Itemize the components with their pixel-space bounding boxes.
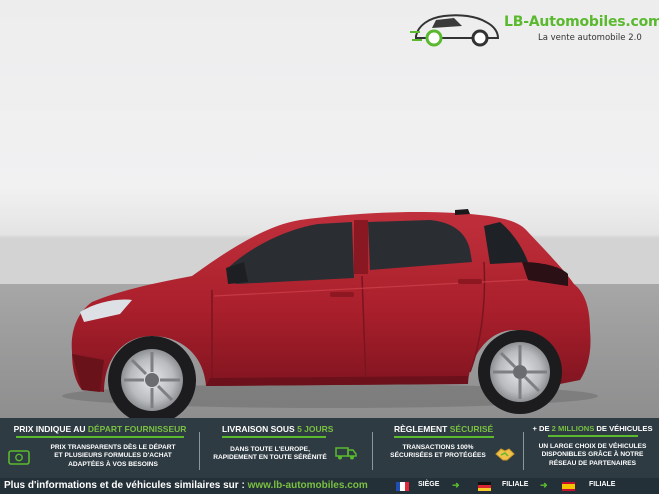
money-icon bbox=[8, 450, 30, 465]
banner-divider bbox=[372, 432, 373, 470]
delivery-text: DANS TOUTE L'EUROPE, RAPIDEMENT EN TOUTE… bbox=[213, 446, 327, 462]
banner-col-vehicles: + DE 2 MILLIONS DE VÉHICULES UN LARGE CH… bbox=[526, 424, 659, 482]
payment-underline bbox=[394, 436, 494, 438]
location-label: SIÈGE bbox=[418, 481, 440, 488]
payment-text: TRANSACTIONS 100% SÉCURISÉES ET PROTÉGÉE… bbox=[390, 444, 486, 460]
arrow-right-icon: ➜ bbox=[452, 480, 460, 490]
banner-col-price: PRIX INDIQUE AU DÉPART FOURNISSEUR PRIX … bbox=[6, 424, 194, 482]
red-hatchback-car bbox=[62, 209, 598, 418]
footer-bar: Plus d'informations et de véhicules simi… bbox=[0, 478, 659, 494]
car-logo-icon bbox=[410, 14, 500, 47]
footer-info: Plus d'informations et de véhicules simi… bbox=[4, 480, 368, 491]
vehicles-underline bbox=[547, 435, 638, 437]
location-label: FILIALE bbox=[589, 481, 616, 488]
spain-flag bbox=[562, 482, 575, 491]
price-underline bbox=[16, 436, 184, 438]
vehicles-text: UN LARGE CHOIX DE VÉHICULES DISPONIBLES … bbox=[538, 443, 647, 467]
france-flag bbox=[396, 482, 409, 491]
brand-tagline: La vente automobile 2.0 bbox=[538, 33, 642, 43]
banner-divider bbox=[199, 432, 200, 470]
brand-name: LB-Automobiles.com bbox=[504, 14, 659, 30]
price-text: PRIX TRANSPARENTS DÈS LE DÉPART ET PLUSI… bbox=[50, 444, 176, 468]
site-logo: LB-Automobiles.com La vente automobile 2… bbox=[410, 10, 659, 48]
payment-title: RÈGLEMENT SÉCURISÉ bbox=[394, 424, 494, 434]
arrow-right-icon: ➜ bbox=[540, 480, 548, 490]
truck-icon bbox=[335, 447, 357, 460]
car-photo: LB-Automobiles.com La vente automobile 2… bbox=[0, 0, 659, 418]
price-title: PRIX INDIQUE AU DÉPART FOURNISSEUR bbox=[13, 424, 187, 434]
vehicles-title: + DE 2 MILLIONS DE VÉHICULES bbox=[532, 424, 653, 433]
delivery-underline bbox=[222, 436, 326, 438]
website-link[interactable]: www.lb-automobiles.com bbox=[248, 480, 368, 491]
banner-divider bbox=[523, 432, 524, 470]
location-label: FILIALE bbox=[502, 481, 529, 488]
germany-flag bbox=[478, 482, 491, 491]
handshake-icon bbox=[495, 448, 515, 461]
delivery-title: LIVRAISON SOUS 5 JOURS bbox=[222, 424, 334, 434]
